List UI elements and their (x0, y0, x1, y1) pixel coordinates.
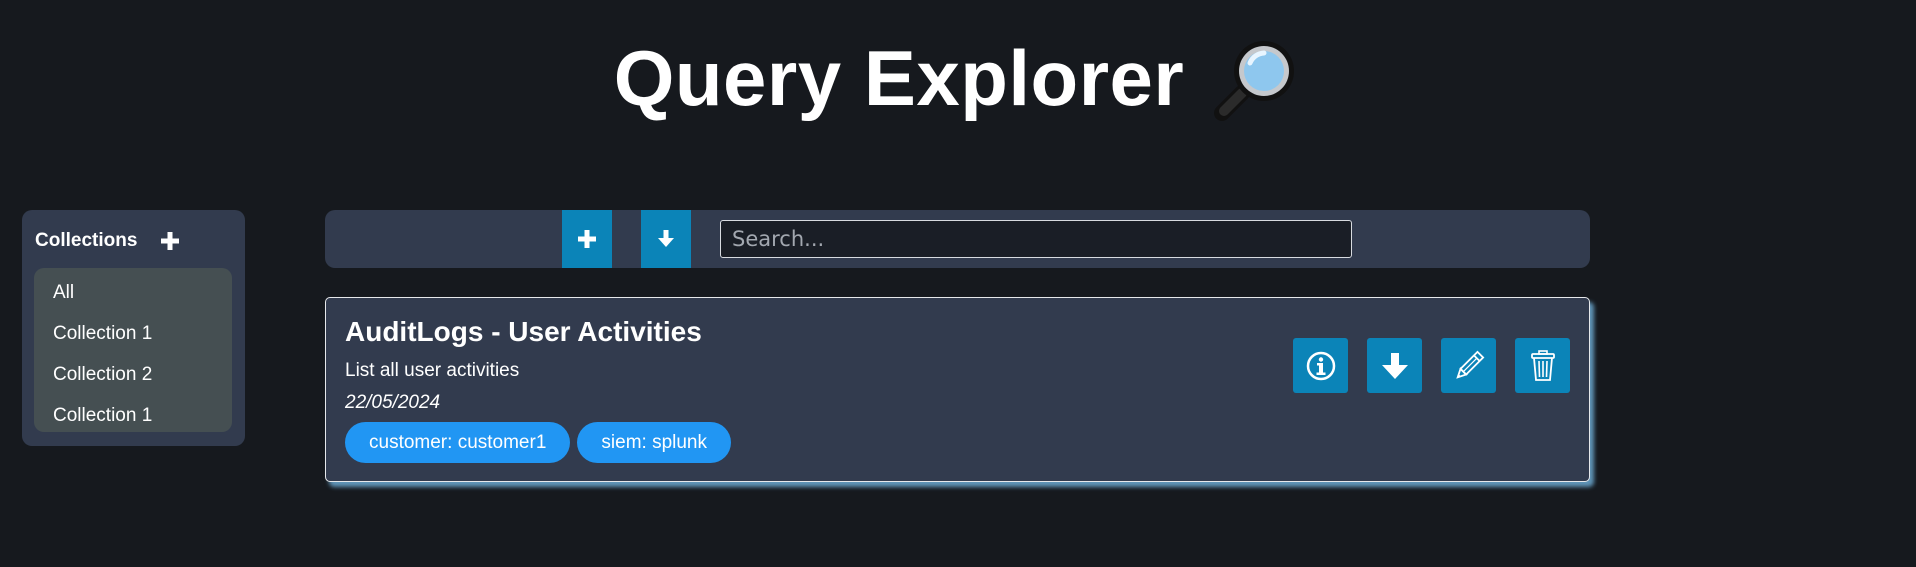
collections-sidebar: Collections All Collection 1 Collection … (22, 210, 245, 446)
plus-icon (578, 230, 596, 248)
search-input[interactable] (720, 220, 1352, 258)
collection-item[interactable]: Collection 1 (34, 395, 232, 436)
download-query-button[interactable] (1367, 338, 1422, 393)
collection-item[interactable]: Collection 1 (34, 313, 232, 354)
edit-query-button[interactable] (1441, 338, 1496, 393)
query-toolbar (325, 210, 1590, 268)
info-icon (1306, 351, 1335, 380)
collection-item-all[interactable]: All (34, 272, 232, 313)
query-title: AuditLogs - User Activities (345, 316, 702, 347)
delete-query-button[interactable] (1515, 338, 1570, 393)
query-date: 22/05/2024 (345, 392, 441, 413)
magnifying-glass-icon (1212, 33, 1302, 123)
collection-list: All Collection 1 Collection 2 Collection… (34, 268, 232, 432)
add-collection-button[interactable] (159, 230, 181, 252)
query-card[interactable]: AuditLogs - User Activities List all use… (325, 297, 1590, 482)
sidebar-title: Collections (35, 230, 138, 251)
collection-item[interactable]: Collection 2 (34, 354, 232, 395)
query-tags: customer: customer1 siem: splunk (345, 422, 732, 463)
tag-customer[interactable]: customer: customer1 (345, 422, 571, 463)
tag-siem[interactable]: siem: splunk (577, 422, 732, 463)
page-header: Query Explorer (0, 28, 1916, 128)
sidebar-header: Collections (35, 230, 181, 252)
pencil-icon (1455, 350, 1484, 379)
plus-icon (161, 232, 180, 250)
page-title: Query Explorer (613, 34, 1185, 122)
query-description: List all user activities (345, 360, 520, 381)
query-actions (1293, 338, 1570, 393)
download-arrow-icon (658, 230, 674, 247)
add-query-button[interactable] (562, 210, 612, 268)
download-arrow-icon (1381, 352, 1408, 379)
download-all-button[interactable] (641, 210, 691, 268)
trash-icon (1530, 349, 1555, 381)
info-button[interactable] (1293, 338, 1348, 393)
